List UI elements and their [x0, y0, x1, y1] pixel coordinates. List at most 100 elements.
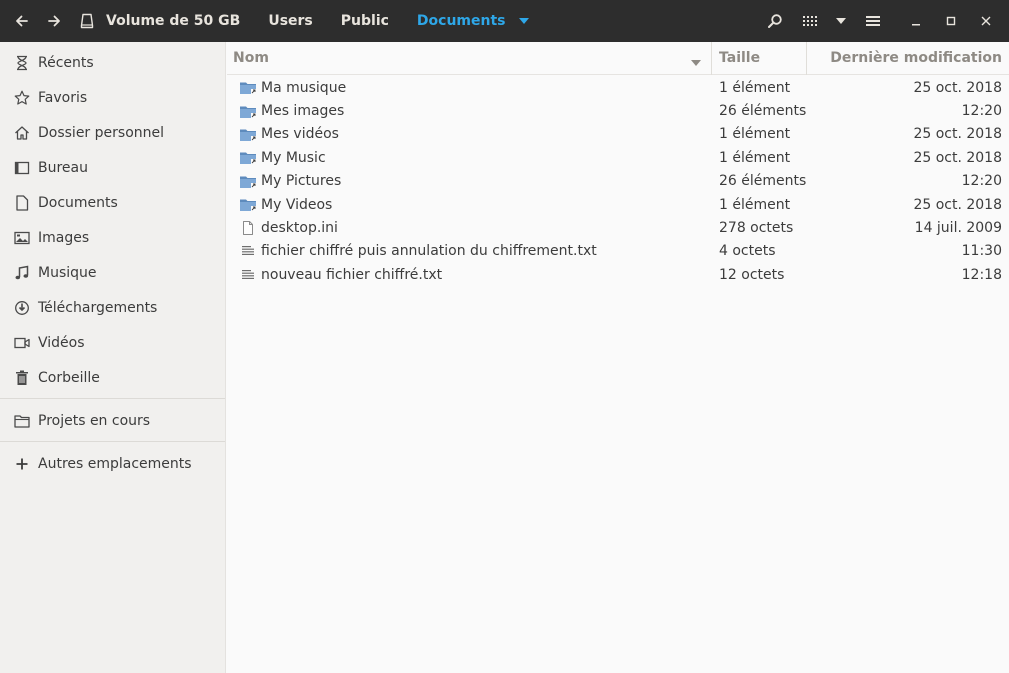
dropdown-caret-icon[interactable]: [514, 0, 534, 42]
column-header-name[interactable]: Nom: [227, 41, 712, 75]
sidebar-separator: [0, 441, 225, 442]
maximize-icon: [946, 16, 956, 26]
file-name: desktop.ini: [261, 220, 338, 237]
sidebar-item-home[interactable]: Dossier personnel: [0, 115, 225, 150]
image-icon: [14, 230, 30, 246]
video-icon: [14, 335, 30, 351]
column-header-modified[interactable]: Dernière modification: [807, 42, 1009, 75]
minimize-button[interactable]: [898, 0, 933, 42]
desktop-icon: [14, 160, 30, 176]
back-button[interactable]: [6, 0, 38, 42]
forward-button[interactable]: [38, 0, 70, 42]
sidebar-item-label: Bureau: [38, 159, 88, 176]
folder-link-icon: [239, 126, 257, 142]
file-name: Mes images: [261, 103, 345, 120]
column-size-label: Taille: [719, 50, 761, 66]
file-name: My Music: [261, 149, 326, 166]
file-modified: 25 oct. 2018: [913, 149, 1002, 166]
download-icon: [14, 300, 30, 316]
maximize-button[interactable]: [933, 0, 968, 42]
sidebar-item-telechargements[interactable]: Téléchargements: [0, 290, 225, 325]
sidebar-item-documents[interactable]: Documents: [0, 185, 225, 220]
search-button[interactable]: [757, 0, 792, 42]
grid-view-icon: [802, 13, 818, 29]
breadcrumb: Volume de 50 GB Users Public Documents: [74, 0, 534, 42]
sidebar-item-label: Corbeille: [38, 369, 100, 386]
table-row[interactable]: Mes vidéos 1 élément 25 oct. 2018: [227, 123, 1009, 146]
plus-icon: [14, 456, 30, 472]
back-arrow-icon: [14, 13, 30, 29]
sidebar-item-label: Autres emplacements: [38, 455, 192, 472]
column-headers: Nom Taille Dernière modification: [227, 41, 1009, 75]
file-icon: [239, 220, 257, 236]
sidebar-item-label: Vidéos: [38, 334, 85, 351]
folder-icon: [14, 413, 30, 429]
hourglass-icon: [14, 55, 30, 71]
file-modified: 12:20: [961, 173, 1002, 190]
breadcrumb-public[interactable]: Public: [327, 0, 403, 42]
file-size: 26 éléments: [719, 103, 807, 120]
grid-view-button[interactable]: [792, 0, 827, 42]
sidebar-item-label: Dossier personnel: [38, 124, 165, 141]
file-size: 1 élément: [719, 126, 791, 143]
sidebar-item-musique[interactable]: Musique: [0, 255, 225, 290]
breadcrumb-volume[interactable]: Volume de 50 GB: [100, 0, 254, 42]
column-header-size[interactable]: Taille: [712, 41, 807, 75]
sidebar: Récents Favoris Dossier personnel Bureau…: [0, 42, 226, 673]
table-row[interactable]: Ma musique 1 élément 25 oct. 2018: [227, 76, 1009, 99]
file-name: Mes vidéos: [261, 126, 339, 143]
sidebar-item-autres-emplacements[interactable]: Autres emplacements: [0, 446, 225, 481]
table-row[interactable]: My Videos 1 élément 25 oct. 2018: [227, 193, 1009, 216]
text-file-icon: [239, 267, 257, 283]
sidebar-item-corbeille[interactable]: Corbeille: [0, 360, 225, 395]
close-button[interactable]: [968, 0, 1003, 42]
sidebar-item-label: Projets en cours: [38, 412, 151, 429]
file-name: Ma musique: [261, 79, 347, 96]
file-size: 12 octets: [719, 266, 785, 283]
drive-icon[interactable]: [74, 0, 100, 42]
breadcrumb-users[interactable]: Users: [254, 0, 326, 42]
menu-button[interactable]: [855, 0, 890, 42]
document-icon: [14, 194, 30, 211]
breadcrumb-documents[interactable]: Documents: [403, 0, 514, 42]
folder-link-icon: [239, 197, 257, 213]
sidebar-separator: [0, 398, 225, 399]
table-row[interactable]: My Pictures 26 éléments 12:20: [227, 170, 1009, 193]
sidebar-item-bureau[interactable]: Bureau: [0, 150, 225, 185]
file-list-view: Nom Taille Dernière modification Ma musi…: [227, 41, 1009, 673]
table-row[interactable]: fichier chiffré puis annulation du chiff…: [227, 240, 1009, 263]
sidebar-item-favoris[interactable]: Favoris: [0, 80, 225, 115]
folder-link-icon: [239, 150, 257, 166]
trash-icon: [14, 370, 30, 386]
close-icon: [981, 16, 991, 26]
sidebar-item-videos[interactable]: Vidéos: [0, 325, 225, 360]
table-row[interactable]: nouveau fichier chiffré.txt 12 octets 12…: [227, 263, 1009, 286]
file-size: 1 élément: [719, 196, 791, 213]
sidebar-item-recents[interactable]: Récents: [0, 45, 225, 80]
file-size: 1 élément: [719, 149, 791, 166]
sidebar-item-images[interactable]: Images: [0, 220, 225, 255]
home-icon: [14, 125, 30, 141]
hamburger-menu-icon: [865, 15, 880, 27]
folder-link-icon: [239, 173, 257, 189]
view-options-button[interactable]: [827, 0, 855, 42]
text-file-icon: [239, 243, 257, 259]
sort-descending-icon: [691, 54, 701, 70]
sidebar-item-label: Images: [38, 229, 90, 246]
table-row[interactable]: My Music 1 élément 25 oct. 2018: [227, 146, 1009, 169]
minimize-icon: [911, 16, 921, 26]
header-bar: Volume de 50 GB Users Public Documents: [0, 0, 1009, 42]
file-modified: 14 juil. 2009: [914, 220, 1002, 237]
table-row[interactable]: desktop.ini 278 octets 14 juil. 2009: [227, 216, 1009, 239]
file-modified: 11:30: [961, 243, 1002, 260]
file-rows: Ma musique 1 élément 25 oct. 2018 Mes im…: [227, 75, 1009, 287]
file-modified: 25 oct. 2018: [913, 196, 1002, 213]
file-size: 26 éléments: [719, 173, 807, 190]
file-modified: 25 oct. 2018: [913, 126, 1002, 143]
sidebar-item-label: Favoris: [38, 89, 88, 106]
folder-link-icon: [239, 80, 257, 96]
sidebar-item-projets-en-cours[interactable]: Projets en cours: [0, 403, 225, 438]
table-row[interactable]: Mes images 26 éléments 12:20: [227, 99, 1009, 122]
view-options-caret-icon: [836, 18, 846, 24]
sidebar-item-label: Récents: [38, 54, 94, 71]
